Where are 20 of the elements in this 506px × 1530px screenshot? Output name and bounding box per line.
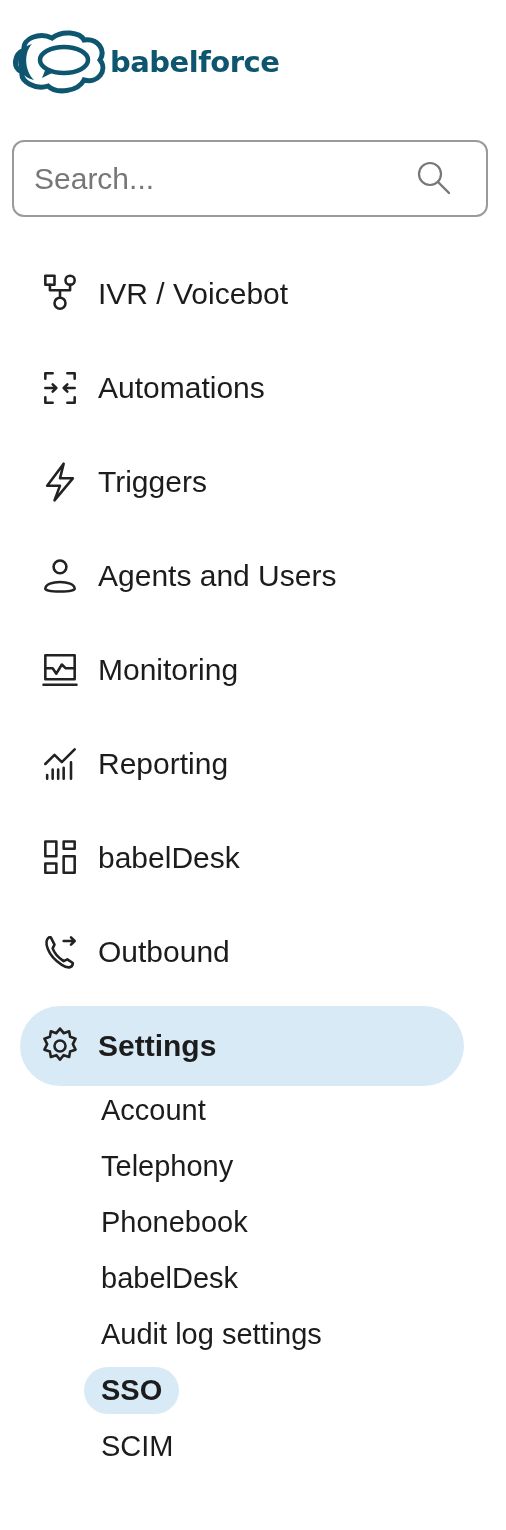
nav-item[interactable]: Agents and Users bbox=[20, 536, 464, 616]
submenu-item[interactable]: Phonebook bbox=[84, 1199, 265, 1246]
brand-name: babelforce bbox=[110, 45, 280, 79]
search-field[interactable]: Search... bbox=[12, 140, 488, 217]
submenu-item[interactable]: Audit log settings bbox=[84, 1311, 339, 1358]
nav-item[interactable]: IVR / Voicebot bbox=[20, 254, 464, 334]
nav-item[interactable]: Triggers bbox=[20, 442, 464, 522]
nav-item[interactable]: Settings bbox=[20, 1006, 464, 1086]
logo-icon bbox=[12, 30, 106, 94]
nav-item[interactable]: Automations bbox=[20, 348, 464, 428]
submenu-item[interactable]: babelDesk bbox=[84, 1255, 256, 1302]
nav-item[interactable]: Reporting bbox=[20, 724, 464, 804]
nav-item[interactable]: Outbound bbox=[20, 912, 464, 992]
search-icon bbox=[416, 160, 452, 196]
submenu-item[interactable]: SCIM bbox=[84, 1423, 191, 1470]
nav-item[interactable]: Monitoring bbox=[20, 630, 464, 710]
submenu-item[interactable]: Account bbox=[84, 1087, 223, 1134]
submenu-item[interactable]: SSO bbox=[84, 1367, 180, 1414]
submenu-item[interactable]: Telephony bbox=[84, 1143, 251, 1190]
nav-item[interactable]: babelDesk bbox=[20, 818, 464, 898]
